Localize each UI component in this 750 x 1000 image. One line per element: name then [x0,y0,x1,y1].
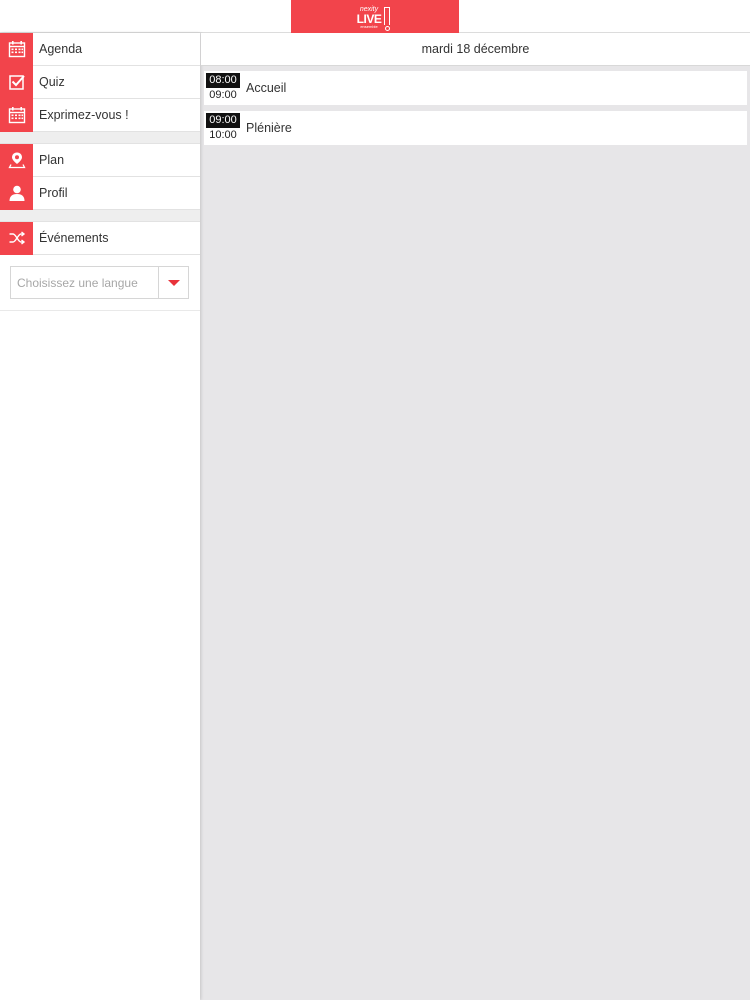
logo-mark: nexity LIVE ensemble [355,3,395,31]
agenda-date-header: mardi 18 décembre [201,33,750,66]
sidebar-divider [0,132,200,144]
sidebar-item-quiz[interactable]: Quiz [0,65,200,99]
app-logo[interactable]: nexity LIVE ensemble [291,0,459,33]
session-item-accueil[interactable]: 08:00 09:00 Accueil [204,71,747,105]
checkbox-icon [0,65,33,99]
session-list: 08:00 09:00 Accueil 09:00 10:00 Plénière [201,66,750,145]
sidebar-item-exprimez-vous[interactable]: Exprimez-vous ! [0,98,200,132]
nav-group-events: Événements [0,221,200,255]
sidebar-item-profil[interactable]: Profil [0,176,200,210]
nav-group-main: Agenda Quiz Exprimez-vous ! [0,32,200,132]
session-title: Plénière [246,121,292,135]
calendar-icon [0,32,33,66]
sidebar-item-label: Agenda [39,42,83,56]
user-icon [0,176,33,210]
logo-main-text: LIVE [356,11,382,26]
session-start-time: 09:00 [206,113,240,128]
sidebar-item-label: Profil [39,186,68,200]
sidebar-item-label: Quiz [39,75,65,89]
header: nexity LIVE ensemble [0,0,750,33]
caret-down-icon [167,279,180,286]
sidebar-item-label: Exprimez-vous ! [39,108,129,122]
app-root: nexity LIVE ensemble Agenda Quiz Exprime… [0,0,750,1000]
sidebar-item-label: Événements [39,231,109,245]
language-select[interactable]: Choisissez une langue [10,266,189,299]
logo-exclamation-icon [384,6,390,25]
sidebar-item-evenements[interactable]: Événements [0,221,200,255]
sidebar: Agenda Quiz Exprimez-vous ! Plan Profil … [0,32,200,1000]
session-end-time: 10:00 [209,129,237,141]
language-dropdown-button[interactable] [158,267,188,298]
shuffle-icon [0,221,33,255]
logo-dot-icon [385,25,390,31]
logo-bottom-text: ensemble [360,23,378,29]
session-end-time: 09:00 [209,89,237,101]
session-start-time: 08:00 [206,73,240,88]
calendar-icon [0,98,33,132]
language-picker-container: Choisissez une langue [0,255,200,311]
nav-group-secondary: Plan Profil [0,143,200,210]
agenda-main: mardi 18 décembre 08:00 09:00 Accueil 09… [201,33,750,1000]
session-title: Accueil [246,81,287,95]
sidebar-item-plan[interactable]: Plan [0,143,200,177]
language-select-placeholder: Choisissez une langue [17,275,138,290]
map-pin-icon [0,143,33,177]
sidebar-item-label: Plan [39,153,65,167]
sidebar-divider [0,210,200,222]
session-time: 09:00 10:00 [206,113,240,143]
session-item-pleniere[interactable]: 09:00 10:00 Plénière [204,111,747,145]
session-time: 08:00 09:00 [206,73,240,103]
sidebar-item-agenda[interactable]: Agenda [0,32,200,66]
